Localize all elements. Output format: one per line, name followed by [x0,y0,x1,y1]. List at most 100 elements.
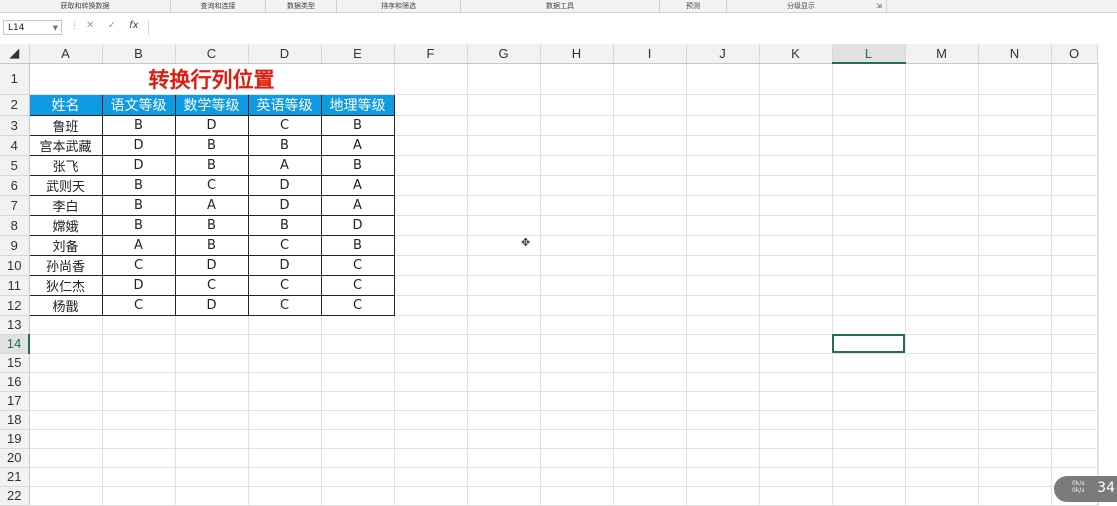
grid-cell[interactable] [686,486,760,506]
grid-cell[interactable] [540,295,614,316]
grid-cell[interactable] [248,410,322,430]
grid-cell[interactable] [540,391,614,411]
grid-cell[interactable] [832,391,906,411]
grid-cell[interactable] [1097,334,1099,354]
grid-cell[interactable] [175,429,249,449]
grid-cell[interactable] [321,448,395,468]
grade-cell[interactable]: C [101,254,176,276]
grid-cell[interactable] [832,195,906,216]
grid-cell[interactable] [905,429,979,449]
grid-cell[interactable] [759,353,833,373]
insert-function-icon[interactable]: fx [129,20,138,31]
grid-cell[interactable] [613,391,687,411]
row-header[interactable]: 18 [0,410,30,430]
grid-cell[interactable] [759,429,833,449]
grid-cell[interactable] [613,215,687,236]
grid-cell[interactable] [540,334,614,354]
column-header[interactable]: C [175,44,249,64]
grid-cell[interactable] [613,94,687,116]
grid-cell[interactable] [759,115,833,136]
grid-cell[interactable] [905,353,979,373]
grid-cell[interactable] [1097,275,1099,296]
grid-cell[interactable] [467,255,541,276]
row-header[interactable]: 16 [0,372,30,392]
table-header-cell[interactable]: 数学等级 [174,93,249,116]
grid-cell[interactable] [175,410,249,430]
grid-cell[interactable] [759,255,833,276]
grid-cell[interactable] [832,275,906,296]
grid-cell[interactable] [540,372,614,392]
grid-cell[interactable] [29,353,103,373]
grid-cell[interactable] [613,410,687,430]
grid-cell[interactable] [1051,63,1098,95]
grid-cell[interactable] [759,235,833,256]
grid-cell[interactable] [686,175,760,196]
grid-cell[interactable] [1051,175,1098,196]
chevron-down-icon[interactable]: ▼ [53,21,58,36]
grid-cell[interactable] [1051,448,1098,468]
grid-cell[interactable] [613,235,687,256]
grid-cell[interactable] [1097,255,1099,276]
grid-cell[interactable] [1097,215,1099,236]
dialog-launcher-icon[interactable]: ⇲ [876,2,882,10]
grid-cell[interactable] [686,135,760,156]
grid-cell[interactable] [1097,410,1099,430]
grade-cell[interactable]: C [174,274,249,296]
grid-cell[interactable] [467,334,541,354]
grid-cell[interactable] [832,63,906,95]
grid-cell[interactable] [394,315,468,335]
grade-cell[interactable]: C [247,274,322,296]
grid-cell[interactable] [832,155,906,176]
grid-cell[interactable] [613,315,687,335]
grid-cell[interactable] [832,448,906,468]
grid-cell[interactable] [29,334,103,354]
grade-cell[interactable]: D [101,134,176,156]
column-header[interactable]: M [905,44,979,64]
grid-cell[interactable] [978,372,1052,392]
grid-cell[interactable] [759,315,833,335]
column-header[interactable]: J [686,44,760,64]
name-cell[interactable]: 刘备 [28,234,103,256]
grid-cell[interactable] [686,295,760,316]
grid-cell[interactable] [978,429,1052,449]
grid-cell[interactable] [686,467,760,487]
grid-cell[interactable] [978,334,1052,354]
grid-cell[interactable] [467,195,541,216]
grade-cell[interactable]: D [247,254,322,276]
grid-cell[interactable] [832,429,906,449]
grid-cell[interactable] [905,486,979,506]
grid-cell[interactable] [978,295,1052,316]
row-header[interactable]: 9 [0,235,30,256]
grade-cell[interactable]: C [247,234,322,256]
grid-cell[interactable] [394,275,468,296]
name-box[interactable]: L14 ▼ [3,20,62,35]
grid-cell[interactable] [248,334,322,354]
column-header[interactable]: I [613,44,687,64]
grid-cell[interactable] [29,410,103,430]
grid-cell[interactable] [321,372,395,392]
grid-cell[interactable] [686,275,760,296]
grid-cell[interactable] [1051,391,1098,411]
ribbon-group-forecast[interactable]: 预测 [660,1,726,12]
row-header[interactable]: 10 [0,255,30,276]
grid-cell[interactable] [248,429,322,449]
row-header[interactable]: 17 [0,391,30,411]
grid-cell[interactable] [1051,215,1098,236]
grid-cell[interactable] [978,315,1052,335]
grid-cell[interactable] [613,467,687,487]
grid-cell[interactable] [1051,255,1098,276]
grid-cell[interactable] [394,391,468,411]
row-header[interactable]: 4 [0,135,30,156]
grid-cell[interactable] [175,467,249,487]
row-header[interactable]: 5 [0,155,30,176]
grade-cell[interactable]: A [174,194,249,216]
grid-cell[interactable] [1097,195,1099,216]
grid-cell[interactable] [905,115,979,136]
grid-cell[interactable] [613,195,687,216]
name-cell[interactable]: 孙尚香 [28,254,103,276]
grid-cell[interactable] [686,155,760,176]
grade-cell[interactable]: B [174,134,249,156]
grid-cell[interactable] [978,195,1052,216]
grid-cell[interactable] [175,315,249,335]
grid-cell[interactable] [686,429,760,449]
